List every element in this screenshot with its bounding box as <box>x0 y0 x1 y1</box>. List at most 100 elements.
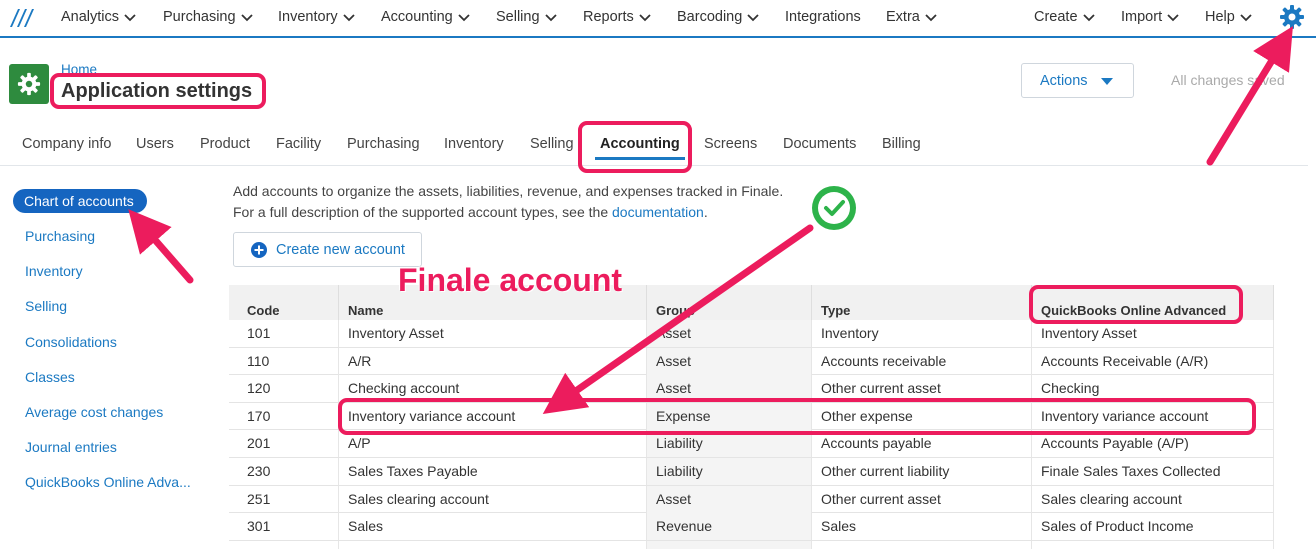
nav-extra-menu[interactable]: Extra <box>886 9 938 25</box>
nav-label: Accounting <box>381 9 453 25</box>
chevron-down-icon <box>458 14 470 22</box>
cell-name: Inventory Asset <box>339 320 647 347</box>
cell-name: Sales freight <box>339 540 647 549</box>
create-new-account-label: Create new account <box>276 241 405 258</box>
cell-quickbooks: Sales freight <box>1032 540 1274 549</box>
description-suffix: . <box>703 204 708 220</box>
annotation-label: Finale account <box>398 262 623 298</box>
cell-code: 120 <box>229 375 339 403</box>
table-row[interactable]: 170 Inventory variance account Expense Othe… <box>229 402 1274 431</box>
nav-label: Inventory <box>278 9 338 25</box>
nav-import-menu[interactable]: Import <box>1121 9 1180 25</box>
column-header-type[interactable]: Type <box>812 285 1032 320</box>
sidebar-item-classes[interactable]: Classes <box>25 369 75 385</box>
cell-quickbooks: Inventory Asset <box>1032 320 1274 347</box>
sidebar-item-inventory[interactable]: Inventory <box>25 263 83 279</box>
caret-down-icon <box>1101 78 1113 85</box>
tab-screens[interactable]: Screens <box>704 136 757 152</box>
tab-users[interactable]: Users <box>136 136 174 152</box>
arrow-to-chart-of-accounts <box>128 209 194 284</box>
sidebar-item-consolidations[interactable]: Consolidations <box>25 334 117 350</box>
active-tab-indicator <box>595 157 685 160</box>
cell-group: Liability <box>647 458 812 485</box>
cell-code: 230 <box>229 458 339 485</box>
breadcrumb-home-link[interactable]: Home <box>61 62 97 77</box>
table-row[interactable]: 301 Sales Revenue Sales Sales of Product Inc… <box>229 513 1274 541</box>
cell-type: Other current liability <box>812 458 1032 485</box>
nav-label: Reports <box>583 9 634 25</box>
chevron-down-icon <box>240 14 253 22</box>
nav-label: Purchasing <box>163 9 236 25</box>
gear-icon[interactable] <box>1279 4 1305 30</box>
cell-group: Revenue <box>647 513 812 541</box>
tab-company-info[interactable]: Company info <box>22 136 111 152</box>
nav-reports-menu[interactable]: Reports <box>583 9 652 25</box>
sidebar-item-chart-of-accounts[interactable]: Chart of accounts <box>13 189 147 213</box>
tab-purchasing[interactable]: Purchasing <box>347 136 420 152</box>
sidebar-item-purchasing[interactable]: Purchasing <box>25 228 95 244</box>
tab-billing[interactable]: Billing <box>882 136 921 152</box>
tab-product[interactable]: Product <box>200 136 250 152</box>
table-row[interactable]: 310Sales freightRevenueSalesSales freigh… <box>229 540 1274 549</box>
settings-app-icon <box>9 64 49 104</box>
cell-name: A/R <box>339 347 647 375</box>
column-header-code[interactable]: Code <box>229 285 339 320</box>
cell-type: Other expense <box>812 402 1032 430</box>
cell-quickbooks: Sales of Product Income <box>1032 513 1274 541</box>
cell-type: Sales <box>812 513 1032 541</box>
chart-of-accounts-table: Code Name Group Type QuickBooks Online Advan… <box>229 285 1274 549</box>
description-line-1: Add accounts to organize the assets, lia… <box>233 183 784 199</box>
nav-purchasing-menu[interactable]: Purchasing <box>163 9 254 25</box>
tab-accounting[interactable]: Accounting <box>600 136 680 152</box>
page-title: Application settings <box>61 80 253 102</box>
nav-help-menu[interactable]: Help <box>1205 9 1253 25</box>
cell-type: Accounts receivable <box>812 347 1032 375</box>
create-new-account-button[interactable]: Create new account <box>233 232 422 267</box>
cell-code: 251 <box>229 485 339 513</box>
nav-label: Import <box>1121 9 1163 25</box>
nav-label: Help <box>1205 9 1235 25</box>
tab-documents[interactable]: Documents <box>783 136 856 152</box>
nav-integrations-menu[interactable]: Integrations <box>785 9 861 25</box>
nav-barcoding-menu[interactable]: Barcoding <box>677 9 760 25</box>
cell-quickbooks: Sales clearing account <box>1032 485 1274 513</box>
sidebar-item-selling[interactable]: Selling <box>25 298 67 314</box>
sidebar-item-journal-entries[interactable]: Journal entries <box>25 439 117 455</box>
chevron-down-icon <box>747 14 759 22</box>
cell-type: Accounts payable <box>812 430 1032 458</box>
tab-facility[interactable]: Facility <box>276 136 321 152</box>
nav-accounting-menu[interactable]: Accounting <box>381 9 471 25</box>
table-row[interactable]: 120 Checking account Asset Other current as… <box>229 375 1274 403</box>
chevron-down-icon <box>1167 14 1179 22</box>
chevron-down-icon <box>124 14 136 22</box>
column-header-quickbooks-online-advanced[interactable]: QuickBooks Online Advanced <box>1032 285 1274 320</box>
nav-inventory-menu[interactable]: Inventory <box>278 9 356 25</box>
cell-code: 301 <box>229 513 339 541</box>
cell-quickbooks: Accounts Receivable (A/R) <box>1032 347 1274 375</box>
tab-inventory[interactable]: Inventory <box>444 136 504 152</box>
chevron-down-icon <box>343 14 355 22</box>
nav-label: Create <box>1034 9 1078 25</box>
cell-quickbooks: Finale Sales Taxes Collected <box>1032 458 1274 485</box>
cell-code: 110 <box>229 347 339 375</box>
nav-selling-menu[interactable]: Selling <box>496 9 558 25</box>
cell-group: Revenue <box>647 540 812 549</box>
nav-analytics-menu[interactable]: Analytics <box>61 9 137 25</box>
finale-logo-icon[interactable] <box>9 7 35 29</box>
nav-create-menu[interactable]: Create <box>1034 9 1096 25</box>
actions-dropdown-button[interactable]: Actions <box>1021 63 1134 98</box>
documentation-link[interactable]: documentation <box>612 204 704 220</box>
table-row[interactable]: 110 A/R Asset Accounts receivable Accounts R… <box>229 347 1274 376</box>
chevron-down-icon <box>1082 14 1095 22</box>
table-row[interactable]: 101 Inventory Asset Asset Inventory Inventor… <box>229 320 1274 348</box>
sidebar-item-quickbooks-online-adva[interactable]: QuickBooks Online Adva... <box>25 474 191 490</box>
tab-selling[interactable]: Selling <box>530 136 574 152</box>
table-row[interactable]: 230 Sales Taxes Payable Liability Other cur… <box>229 458 1274 486</box>
table-row[interactable]: 201 A/P Liability Accounts payable Accounts … <box>229 430 1274 458</box>
column-header-group[interactable]: Group <box>647 285 812 320</box>
nav-label: Extra <box>886 9 920 25</box>
cell-group: Asset <box>647 375 812 403</box>
sidebar-item-average-cost-changes[interactable]: Average cost changes <box>25 404 163 420</box>
cell-code: 201 <box>229 430 339 458</box>
table-row[interactable]: 251 Sales clearing account Asset Other curr… <box>229 485 1274 514</box>
